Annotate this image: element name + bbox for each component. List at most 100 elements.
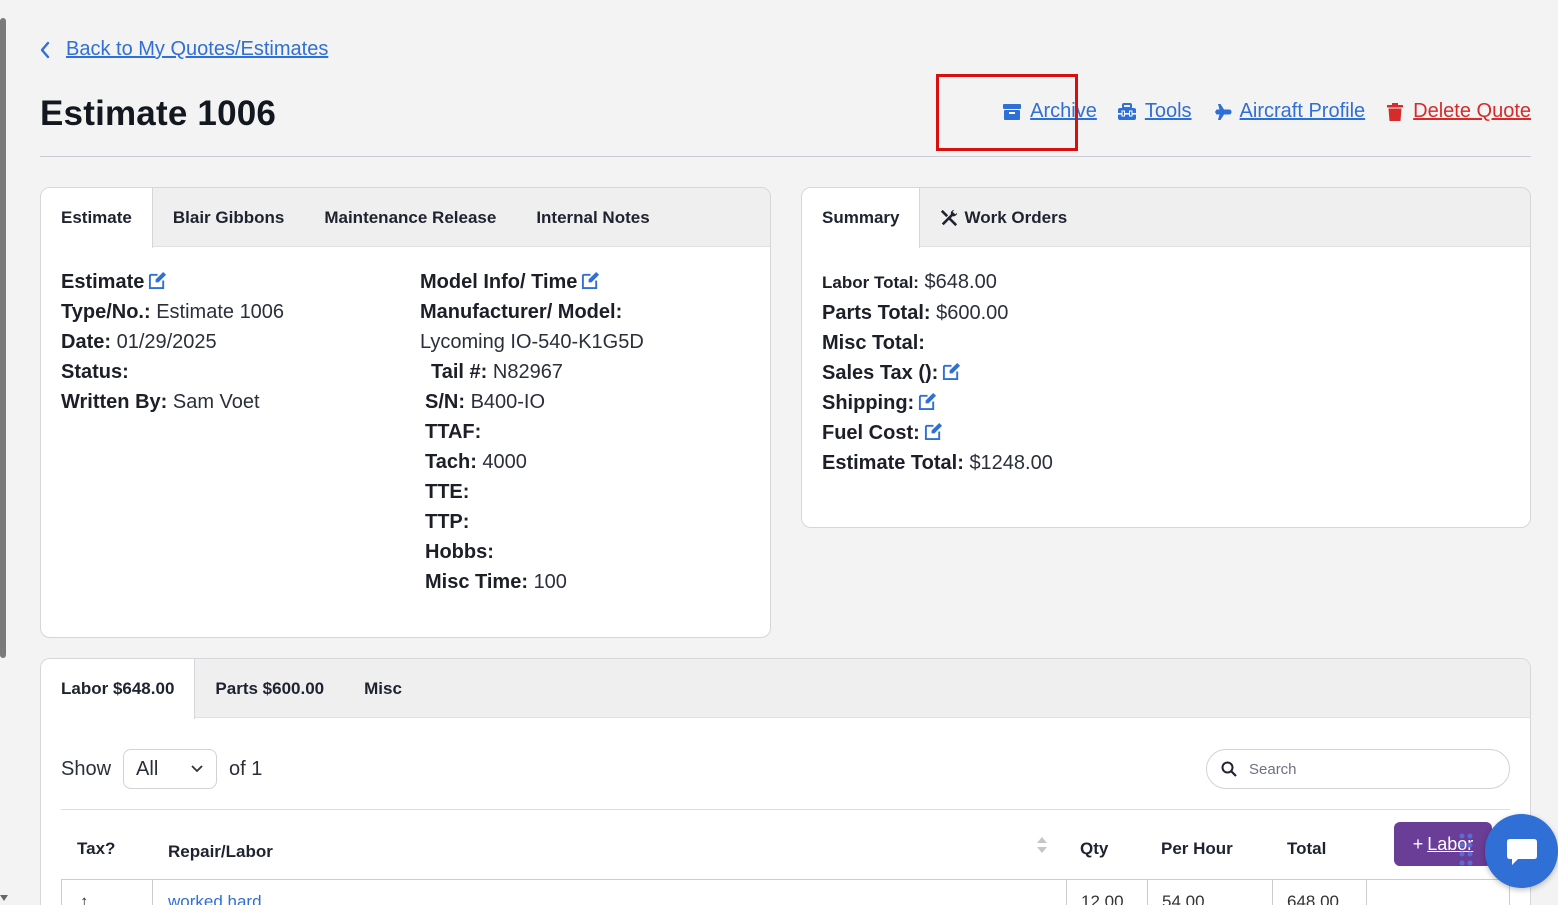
tab-blair-gibbons[interactable]: Blair Gibbons bbox=[153, 188, 304, 247]
scrollbar-thumb[interactable] bbox=[0, 18, 6, 658]
fuel-cost-label: Fuel Cost: bbox=[822, 422, 920, 444]
type-value: Estimate 1006 bbox=[156, 301, 285, 323]
parts-total-label: Parts Total: bbox=[822, 302, 931, 324]
chat-launcher-button[interactable] bbox=[1485, 814, 1558, 888]
ttp-label: TTP: bbox=[425, 511, 470, 533]
header-actions: Archive Tools Aircraft Profile Delete Qu… bbox=[1002, 100, 1531, 123]
page-size-control: Show All of 1 bbox=[61, 749, 262, 789]
written-by-value: Sam Voet bbox=[172, 391, 260, 413]
manufacturer-label: Manufacturer/ Model: bbox=[420, 301, 623, 323]
tab-misc[interactable]: Misc bbox=[344, 659, 422, 718]
labor-tabbar: Labor $648.00 Parts $600.00 Misc bbox=[41, 659, 1530, 719]
scroll-down-arrow-icon[interactable] bbox=[0, 893, 8, 903]
window-scrollbar[interactable] bbox=[0, 0, 7, 660]
archive-label[interactable]: Archive bbox=[1030, 100, 1097, 123]
written-by-label: Written By: bbox=[61, 391, 168, 413]
tail-label: Tail #: bbox=[431, 361, 488, 383]
back-link[interactable]: Back to My Quotes/Estimates bbox=[38, 38, 328, 61]
delete-quote-label[interactable]: Delete Quote bbox=[1413, 100, 1531, 123]
tach-label: Tach: bbox=[425, 451, 477, 473]
hobbs-label: Hobbs: bbox=[425, 541, 494, 563]
aircraft-profile-label[interactable]: Aircraft Profile bbox=[1240, 100, 1366, 123]
show-label: Show bbox=[61, 757, 112, 780]
delete-quote-button[interactable]: Delete Quote bbox=[1385, 100, 1531, 123]
tab-estimate[interactable]: Estimate bbox=[41, 188, 153, 248]
header-divider bbox=[40, 156, 1531, 157]
tab-labor[interactable]: Labor $648.00 bbox=[41, 659, 196, 719]
search-icon bbox=[1221, 761, 1237, 777]
edit-icon[interactable] bbox=[924, 422, 943, 441]
row-per-hour-cell: 54.00 bbox=[1148, 880, 1273, 905]
drag-handle-icon[interactable] bbox=[1458, 832, 1474, 872]
estimate-tabbar: Estimate Blair Gibbons Maintenance Relea… bbox=[41, 188, 770, 248]
estimate-info: Estimate Type/No.: Estimate 1006 Date: 0… bbox=[61, 267, 284, 417]
archive-button[interactable]: Archive bbox=[1002, 100, 1097, 123]
sn-label: S/N: bbox=[425, 391, 465, 413]
page-title: Estimate 1006 bbox=[40, 94, 277, 133]
page-size-select[interactable]: All bbox=[123, 749, 218, 789]
tach-value: 4000 bbox=[482, 451, 527, 473]
add-labor-button[interactable]: + Labor bbox=[1394, 822, 1492, 866]
plus-icon: + bbox=[1412, 833, 1424, 854]
summary-card: Summary Work Orders Labor Total: $648.00… bbox=[801, 187, 1531, 528]
row-repair-cell: worked hard bbox=[153, 880, 1067, 905]
table-row[interactable]: ↑ worked hard 12.00 54.00 648.00 bbox=[61, 879, 1510, 905]
labor-total-label: Labor Total: bbox=[822, 273, 919, 292]
tab-summary[interactable]: Summary bbox=[802, 188, 921, 248]
col-header-repair[interactable]: Repair/Labor bbox=[168, 842, 273, 862]
estimate-card: Estimate Blair Gibbons Maintenance Relea… bbox=[40, 187, 771, 638]
row-total-cell: 648.00 bbox=[1273, 880, 1367, 905]
type-label: Type/No.: bbox=[61, 301, 151, 323]
labor-total-value: $648.00 bbox=[924, 271, 997, 293]
edit-icon[interactable] bbox=[581, 271, 600, 290]
chevron-down-icon bbox=[191, 765, 203, 773]
labor-card: Labor $648.00 Parts $600.00 Misc Show Al… bbox=[40, 658, 1531, 905]
row-qty-cell: 12.00 bbox=[1067, 880, 1148, 905]
archive-icon bbox=[1003, 103, 1022, 120]
date-label: Date: bbox=[61, 331, 112, 353]
shipping-label: Shipping: bbox=[822, 392, 915, 414]
tab-work-orders-label[interactable]: Work Orders bbox=[964, 208, 1067, 228]
summary-info: Labor Total: $648.00 Parts Total: $600.0… bbox=[822, 267, 1053, 478]
wrench-screwdriver-icon bbox=[941, 209, 958, 226]
tools-button[interactable]: Tools bbox=[1117, 100, 1192, 123]
date-value: 01/29/2025 bbox=[116, 331, 217, 353]
summary-tabbar: Summary Work Orders bbox=[802, 188, 1530, 248]
estimate-heading: Estimate bbox=[61, 271, 145, 293]
sort-icon[interactable] bbox=[1035, 835, 1049, 855]
col-header-tax[interactable]: Tax? bbox=[77, 839, 115, 859]
sales-tax-label: Sales Tax (): bbox=[822, 362, 939, 384]
col-header-per-hour[interactable]: Per Hour bbox=[1161, 839, 1233, 859]
edit-icon[interactable] bbox=[942, 362, 961, 381]
status-label: Status: bbox=[61, 361, 129, 383]
manufacturer-value: Lycoming IO-540-K1G5D bbox=[420, 331, 644, 353]
sn-value: B400-IO bbox=[470, 391, 546, 413]
search-box[interactable] bbox=[1206, 749, 1510, 789]
tools-label[interactable]: Tools bbox=[1145, 100, 1192, 123]
model-info-heading: Model Info/ Time bbox=[420, 271, 578, 293]
edit-icon[interactable] bbox=[148, 271, 167, 290]
page-count-label: of 1 bbox=[229, 757, 263, 780]
col-header-qty[interactable]: Qty bbox=[1080, 839, 1108, 859]
estimate-total-label: Estimate Total: bbox=[822, 452, 964, 474]
aircraft-profile-button[interactable]: Aircraft Profile bbox=[1212, 100, 1366, 123]
tail-value: N82967 bbox=[492, 361, 563, 383]
toolbox-icon bbox=[1117, 102, 1136, 120]
col-header-total[interactable]: Total bbox=[1287, 839, 1326, 859]
misc-total-label: Misc Total: bbox=[822, 332, 925, 354]
tab-maintenance-release[interactable]: Maintenance Release bbox=[304, 188, 516, 247]
estimate-total-value: $1248.00 bbox=[969, 452, 1053, 474]
misc-time-label: Misc Time: bbox=[425, 571, 528, 593]
tab-internal-notes[interactable]: Internal Notes bbox=[516, 188, 669, 247]
repair-link[interactable]: worked hard bbox=[168, 892, 262, 905]
tab-parts[interactable]: Parts $600.00 bbox=[195, 659, 344, 718]
back-link-label[interactable]: Back to My Quotes/Estimates bbox=[66, 38, 328, 61]
ttaf-label: TTAF: bbox=[425, 421, 482, 443]
edit-icon[interactable] bbox=[918, 392, 937, 411]
chat-icon bbox=[1506, 839, 1537, 865]
search-input[interactable] bbox=[1249, 760, 1489, 778]
trash-icon bbox=[1387, 102, 1404, 121]
tab-work-orders[interactable]: Work Orders bbox=[920, 188, 1087, 247]
chevron-left-icon bbox=[40, 41, 50, 58]
tte-label: TTE: bbox=[425, 481, 470, 503]
